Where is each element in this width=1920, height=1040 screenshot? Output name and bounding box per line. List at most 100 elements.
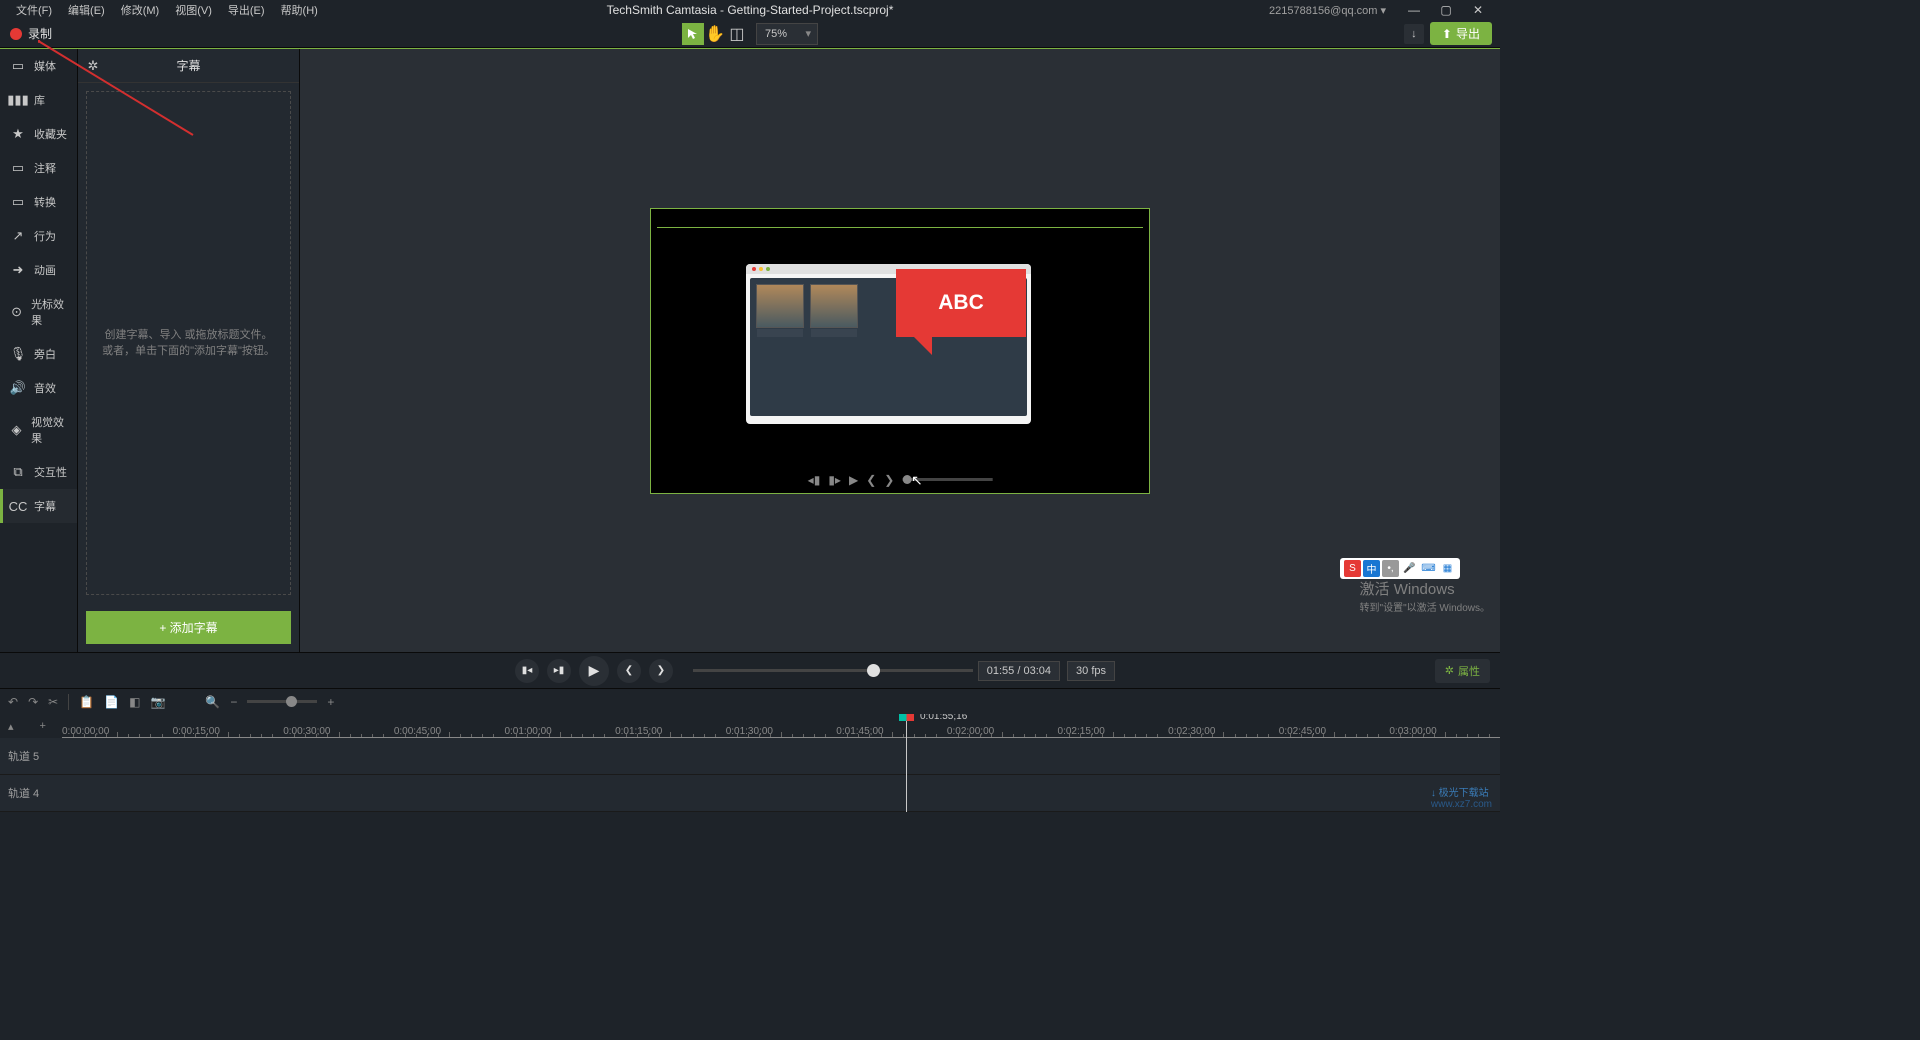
ime-mic-icon[interactable]: 🎤: [1401, 560, 1418, 577]
copy-button[interactable]: 📋: [79, 695, 94, 709]
undo-button[interactable]: ↶: [8, 695, 18, 709]
next-button[interactable]: ❯: [649, 659, 673, 683]
sidebar-label: 音效: [34, 380, 56, 396]
ruler-tick: 0:00:30;00: [283, 726, 330, 737]
menu-file[interactable]: 文件(F): [8, 0, 60, 20]
sidebar-item-4[interactable]: ▭转换: [0, 185, 77, 219]
sidebar-icon: ◈: [10, 423, 23, 437]
crop-tool[interactable]: ◫: [726, 23, 748, 45]
menu-export[interactable]: 导出(E): [220, 0, 273, 20]
timeline-zoom-slider[interactable]: [247, 700, 317, 703]
next-frame-button[interactable]: ▮▸: [828, 473, 841, 487]
paste-button[interactable]: 📄: [104, 695, 119, 709]
sidebar-item-11[interactable]: ⧉交互性: [0, 455, 77, 489]
sidebar-icon: 🔊: [10, 381, 26, 395]
expand-up-icon[interactable]: ▴: [8, 720, 14, 733]
sidebar-item-12[interactable]: CC字幕: [0, 489, 77, 523]
skip-fwd-button[interactable]: ▸▮: [547, 659, 571, 683]
menu-help[interactable]: 帮助(H): [273, 0, 326, 20]
callout-annotation[interactable]: ABC: [896, 269, 1026, 337]
account-label[interactable]: 2215788156@qq.com ▾: [1269, 4, 1386, 17]
sidebar-item-2[interactable]: ★收藏夹: [0, 117, 77, 151]
ime-sogou-icon[interactable]: S: [1344, 560, 1361, 577]
properties-button[interactable]: ✲属性: [1435, 659, 1490, 683]
sidebar-label: 动画: [34, 262, 56, 278]
zoom-search-icon: 🔍: [205, 695, 220, 709]
prev-button[interactable]: ❮: [617, 659, 641, 683]
track-4[interactable]: [62, 775, 1500, 812]
panel-title: 字幕: [108, 57, 299, 74]
sidebar-item-9[interactable]: 🔊 音效: [0, 371, 77, 405]
ime-grid-icon[interactable]: ▦: [1439, 560, 1456, 577]
minimize-button[interactable]: —: [1400, 3, 1428, 17]
track-label-5[interactable]: 轨道 5: [0, 738, 62, 775]
zoom-out-button[interactable]: −: [230, 695, 237, 709]
record-button[interactable]: 录制: [0, 25, 62, 42]
prev-frame-button[interactable]: ◂▮: [808, 473, 821, 487]
add-caption-button[interactable]: + 添加字幕: [86, 611, 291, 644]
sidebar-label: 视觉效果: [31, 414, 67, 446]
ime-keyboard-icon[interactable]: ⌨: [1420, 560, 1437, 577]
track-5[interactable]: [62, 738, 1500, 775]
caption-dropzone[interactable]: 创建字幕、导入 或拖放标题文件。或者，单击下面的"添加字幕"按钮。: [86, 91, 291, 595]
panel-message: 创建字幕、导入 或拖放标题文件。或者，单击下面的"添加字幕"按钮。: [87, 327, 290, 360]
sidebar-icon: ↗: [10, 229, 26, 243]
sidebar-item-5[interactable]: ↗ 行为: [0, 219, 77, 253]
ruler-tick: 0:02:30;00: [1168, 726, 1215, 737]
sidebar-item-1[interactable]: ▮▮▮库: [0, 83, 77, 117]
menu-edit[interactable]: 编辑(E): [60, 0, 113, 20]
sidebar-item-0[interactable]: ▭ 媒体: [0, 49, 77, 83]
canvas-play-button[interactable]: ▶: [849, 473, 858, 487]
site-watermark: ↓ 极光下载站www.xz7.com: [1431, 784, 1492, 810]
menu-modify[interactable]: 修改(M): [113, 0, 168, 20]
sidebar-item-10[interactable]: ◈ 视觉效果: [0, 405, 77, 455]
ime-punct-icon[interactable]: •,: [1382, 560, 1399, 577]
add-track-button[interactable]: +: [40, 720, 46, 732]
sidebar-label: 交互性: [34, 464, 67, 480]
zoom-in-button[interactable]: +: [327, 695, 334, 709]
sidebar-item-3[interactable]: ▭注释: [0, 151, 77, 185]
record-label: 录制: [28, 25, 52, 42]
close-button[interactable]: ✕: [1464, 3, 1492, 17]
timeline-ruler[interactable]: 0:00:00;000:00:15;000:00:30;000:00:45;00…: [62, 724, 1500, 738]
playback-slider[interactable]: [693, 669, 973, 672]
playhead-time: 0:01:55;16: [920, 714, 967, 722]
export-button[interactable]: ⬆导出: [1430, 22, 1492, 45]
menu-view[interactable]: 视图(V): [167, 0, 220, 20]
download-button[interactable]: ↓: [1404, 24, 1424, 44]
canvas-frame[interactable]: ABC ◂▮ ▮▸ ▶ ❮ ❯ ↖: [650, 208, 1150, 494]
cut-button[interactable]: ✂: [48, 695, 58, 709]
maximize-button[interactable]: ▢: [1432, 3, 1460, 17]
ime-toolbar[interactable]: S 中 •, 🎤 ⌨ ▦: [1340, 558, 1460, 579]
sidebar-label: 行为: [34, 228, 56, 244]
sidebar-item-7[interactable]: ⊙光标效果: [0, 287, 77, 337]
record-dot-icon: [10, 28, 22, 40]
sidebar-icon: ▭: [10, 195, 26, 209]
split-button[interactable]: ◧: [129, 695, 140, 709]
canvas-fwd-button[interactable]: ❯: [884, 473, 894, 487]
sidebar-label: 收藏夹: [34, 126, 67, 142]
sidebar-label: 媒体: [34, 58, 56, 74]
select-tool[interactable]: [682, 23, 704, 45]
canvas-back-button[interactable]: ❮: [866, 473, 876, 487]
timeline-toolbar: ↶ ↷ ✂ 📋 📄 ◧ 📷 🔍 − +: [0, 688, 1500, 714]
sidebar-icon: ▭: [10, 59, 26, 73]
ruler-tick: 0:01:45;00: [836, 726, 883, 737]
play-button[interactable]: ▶: [579, 656, 609, 686]
zoom-select[interactable]: 75%: [756, 23, 818, 45]
track-label-4[interactable]: 轨道 4: [0, 775, 62, 812]
sidebar: ▭ 媒体 ▮▮▮库★收藏夹▭注释▭转换 ↗ 行为 ➜动画⊙光标效果🎙旁白 🔊 音效 ◈ 视觉效果 ⧉…: [0, 49, 78, 652]
redo-button[interactable]: ↷: [28, 695, 38, 709]
ruler-tick: 0:01:00;00: [504, 726, 551, 737]
selection-guide: [657, 227, 1143, 228]
playhead[interactable]: [906, 714, 907, 812]
sidebar-item-8[interactable]: 🎙旁白: [0, 337, 77, 371]
skip-back-button[interactable]: ▮◂: [515, 659, 539, 683]
hand-tool[interactable]: ✋: [704, 23, 726, 45]
sidebar-item-6[interactable]: ➜动画: [0, 253, 77, 287]
ruler-tick: 0:01:30;00: [726, 726, 773, 737]
sidebar-label: 库: [34, 92, 45, 108]
ime-lang-icon[interactable]: 中: [1363, 560, 1380, 577]
panel-settings-icon[interactable]: ✲: [78, 58, 108, 74]
snapshot-button[interactable]: 📷: [150, 695, 165, 709]
